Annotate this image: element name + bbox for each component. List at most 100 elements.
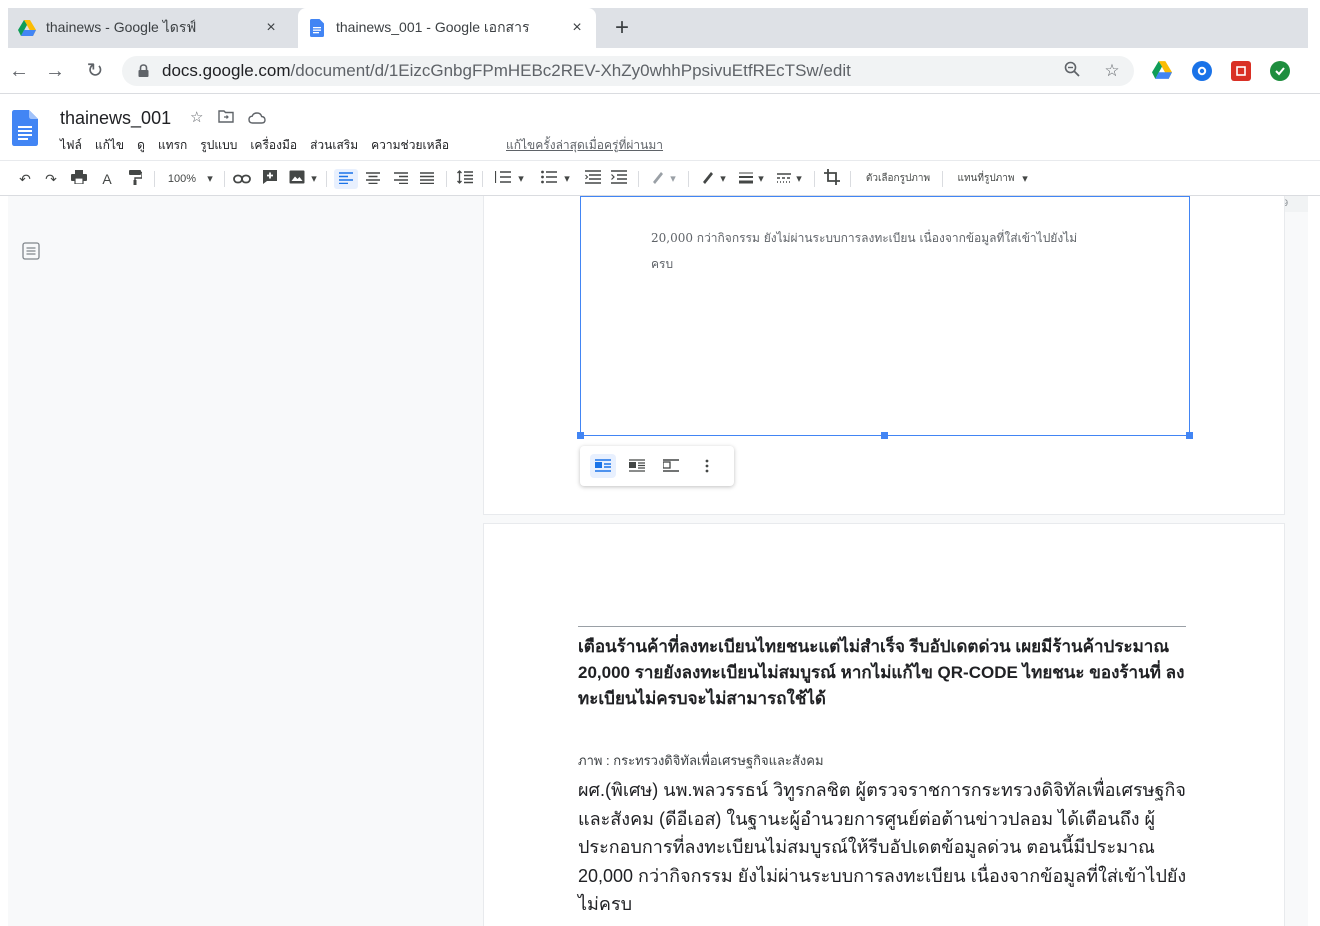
selected-image[interactable]: 20,000 กว่ากิจกรรม ยังไม่ผ่านระบบการลงทะ… <box>577 196 1193 439</box>
tab-drive[interactable]: thainews - Google ไดรฟ์ × <box>8 8 290 48</box>
chevron-down-icon[interactable]: ▾ <box>1020 169 1030 189</box>
redo-icon[interactable]: ↷ <box>40 169 62 189</box>
forward-arrow-icon[interactable]: → <box>42 58 68 84</box>
move-folder-icon[interactable] <box>218 110 234 127</box>
google-drive-icon <box>18 19 36 37</box>
red-square-extension-icon[interactable] <box>1231 61 1251 81</box>
chevron-down-icon[interactable]: ▾ <box>756 169 766 189</box>
horizontal-rule <box>578 626 1186 627</box>
google-docs-logo-icon[interactable] <box>12 110 38 146</box>
bookmark-star-icon[interactable]: ☆ <box>1102 61 1122 81</box>
indent-icon[interactable] <box>608 169 630 189</box>
menu-edit[interactable]: แก้ไข <box>95 136 124 152</box>
break-text-icon[interactable] <box>658 454 684 478</box>
border-weight-icon[interactable] <box>736 169 756 189</box>
toolbar-divider <box>850 171 851 187</box>
paint-format-icon[interactable] <box>124 169 146 189</box>
chevron-down-icon[interactable]: ▾ <box>668 169 678 189</box>
article-body[interactable]: ผศ.(พิเศษ) นพ.พลวรรธน์ วิทูรกลชิต ผู้ตรว… <box>578 776 1198 919</box>
last-edit-link[interactable]: แก้ไขครั้งล่าสุดเมื่อครู่ที่ผ่านมา <box>506 136 663 155</box>
menu-bar: ไฟล์ แก้ไข ดู แทรก รูปแบบ เครื่องมือ ส่ว… <box>60 136 462 152</box>
tab-title: thainews_001 - Google เอกสาร <box>336 19 530 35</box>
menu-addons[interactable]: ส่วนเสริม <box>310 136 358 152</box>
google-docs-icon <box>308 19 326 37</box>
toolbar-divider <box>638 171 639 187</box>
link-icon[interactable] <box>230 169 254 189</box>
toolbar-divider <box>326 171 327 187</box>
toolbar-divider <box>224 171 225 187</box>
image-options-button[interactable]: ตัวเลือกรูปภาพ <box>860 169 936 189</box>
menu-view[interactable]: ดู <box>137 136 145 152</box>
blue-circle-extension-icon[interactable] <box>1192 61 1212 81</box>
border-dash-icon[interactable] <box>774 169 794 189</box>
chevron-down-icon[interactable]: ▾ <box>204 169 216 189</box>
replace-image-button[interactable]: แทนที่รูปภาพ <box>952 169 1020 189</box>
resize-handle[interactable] <box>881 432 888 439</box>
border-color-pen-icon[interactable] <box>698 169 718 189</box>
menu-file[interactable]: ไฟล์ <box>60 136 82 152</box>
url-path: /document/d/1EizcGnbgFPmHEBc2REV-XhZy0wh… <box>290 61 851 80</box>
resize-handle[interactable] <box>1186 432 1193 439</box>
menu-tools[interactable]: เครื่องมือ <box>250 136 297 152</box>
more-options-icon[interactable] <box>700 454 714 478</box>
toolbar-divider <box>688 171 689 187</box>
tab-docs[interactable]: thainews_001 - Google เอกสาร × <box>298 8 596 48</box>
zoom-select[interactable]: 100% <box>162 169 202 189</box>
add-comment-icon[interactable] <box>258 169 282 189</box>
lock-icon <box>138 64 149 77</box>
undo-icon[interactable]: ↶ <box>14 169 36 189</box>
align-left-icon[interactable] <box>334 169 358 189</box>
align-right-icon[interactable] <box>390 169 412 189</box>
toolbar-divider <box>814 171 815 187</box>
resize-handle[interactable] <box>577 432 584 439</box>
numbered-list-icon[interactable] <box>582 169 604 189</box>
toolbar-divider <box>482 171 483 187</box>
bulleted-list-icon[interactable] <box>538 169 560 189</box>
spellcheck-icon[interactable]: A <box>96 169 118 189</box>
green-extension-icon[interactable] <box>1270 61 1290 81</box>
address-bar[interactable]: docs.google.com/document/d/1EizcGnbgFPmH… <box>122 56 1134 86</box>
insert-image-icon[interactable] <box>286 169 308 189</box>
menu-format[interactable]: รูปแบบ <box>200 136 237 152</box>
google-drive-extension-icon[interactable] <box>1152 60 1172 80</box>
article-headline[interactable]: เตือนร้านค้าที่ลงทะเบียนไทยชนะแต่ไม่สำเร… <box>578 634 1198 712</box>
formatting-toolbar: ↶ ↷ A 100% ▾ ▾ ▾ ▾ ▾ ▾ ▾ ▾ ตัวเลือกรูปภา… <box>0 160 1320 196</box>
chevron-down-icon[interactable]: ▾ <box>562 169 572 189</box>
image-caption[interactable]: ภาพ : กระทรวงดิจิทัลเพื่อเศรษฐกิจและสังค… <box>578 750 824 771</box>
browser-tab-strip: thainews - Google ไดรฟ์ × thainews_001 -… <box>8 8 1308 48</box>
crop-icon[interactable] <box>822 169 842 189</box>
zoom-icon[interactable] <box>1062 61 1082 81</box>
inline-wrap-icon[interactable] <box>590 454 616 478</box>
chevron-down-icon[interactable]: ▾ <box>516 169 526 189</box>
chevron-down-icon[interactable]: ▾ <box>718 169 728 189</box>
print-icon[interactable] <box>68 169 90 189</box>
menu-insert[interactable]: แทรก <box>158 136 187 152</box>
toolbar-divider <box>154 171 155 187</box>
highlight-pen-icon[interactable] <box>648 169 668 189</box>
document-title[interactable]: thainews_001 <box>60 108 171 129</box>
image-text-line: ครบ <box>651 257 674 271</box>
close-tab-icon[interactable]: × <box>566 19 588 37</box>
document-workspace[interactable]: 2 1 1 2 3 4 5 6 7 8 9 10 11 12 13 14 15 … <box>8 196 1308 926</box>
new-tab-button[interactable]: + <box>608 14 636 42</box>
chevron-down-icon[interactable]: ▾ <box>308 169 320 189</box>
document-page[interactable]: เตือนร้านค้าที่ลงทะเบียนไทยชนะแต่ไม่สำเร… <box>484 524 1284 926</box>
cloud-saved-icon[interactable] <box>248 111 266 128</box>
wrap-text-icon[interactable] <box>624 454 650 478</box>
line-spacing-icon[interactable] <box>454 169 476 189</box>
reload-icon[interactable]: ↻ <box>82 58 108 84</box>
justify-icon[interactable] <box>416 169 438 189</box>
image-wrap-toolbar <box>580 446 734 486</box>
checklist-icon[interactable] <box>492 169 514 189</box>
tab-title: thainews - Google ไดรฟ์ <box>46 19 197 35</box>
document-page[interactable]: 20,000 กว่ากิจกรรม ยังไม่ผ่านระบบการลงทะ… <box>484 196 1284 514</box>
document-outline-icon[interactable] <box>22 242 40 260</box>
chevron-down-icon[interactable]: ▾ <box>794 169 804 189</box>
close-tab-icon[interactable]: × <box>260 19 282 37</box>
back-arrow-icon[interactable]: ← <box>6 58 32 84</box>
browser-toolbar: ← → ↻ docs.google.com/document/d/1EizcGn… <box>0 48 1320 94</box>
menu-help[interactable]: ความช่วยเหลือ <box>371 136 449 152</box>
align-center-icon[interactable] <box>362 169 384 189</box>
image-text-line: 20,000 กว่ากิจกรรม ยังไม่ผ่านระบบการลงทะ… <box>651 231 1078 245</box>
star-icon[interactable]: ☆ <box>190 108 203 126</box>
